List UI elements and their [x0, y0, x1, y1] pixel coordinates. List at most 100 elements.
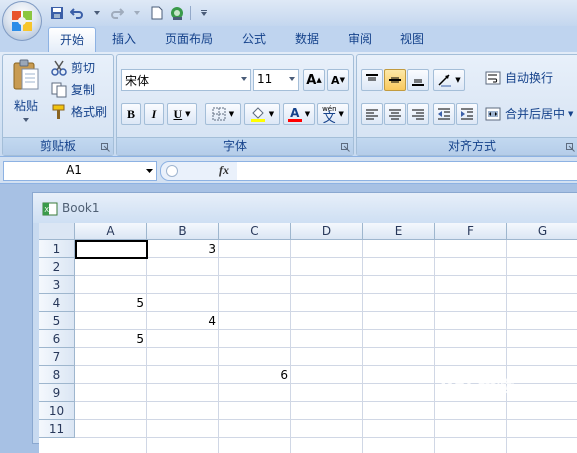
row-header-11[interactable]: 11 — [39, 420, 75, 438]
font-color-button[interactable]: A ▼ — [283, 103, 315, 125]
row-header-10[interactable]: 10 — [39, 402, 75, 420]
tab-data[interactable]: 数据 — [285, 27, 329, 51]
customize-qat-icon[interactable] — [195, 4, 213, 22]
tab-review[interactable]: 审阅 — [338, 27, 382, 51]
new-doc-icon[interactable] — [148, 4, 166, 22]
merge-center-dropdown-icon[interactable]: ▼ — [568, 110, 573, 118]
insert-function-button[interactable]: fx — [219, 163, 229, 178]
tab-home[interactable]: 开始 — [48, 27, 96, 53]
tab-formulas[interactable]: 公式 — [232, 27, 276, 51]
shrink-font-button[interactable]: A ▼ — [327, 69, 349, 91]
select-all-corner[interactable] — [39, 223, 75, 240]
formula-input[interactable] — [237, 161, 577, 181]
align-bottom-button[interactable] — [407, 69, 429, 91]
wrap-text-label: 自动换行 — [505, 71, 554, 85]
office-button[interactable] — [2, 1, 42, 41]
redo-icon[interactable] — [108, 4, 126, 22]
bold-button[interactable]: B — [121, 103, 141, 125]
underline-button[interactable]: U ▼ — [167, 103, 197, 125]
row-header-2[interactable]: 2 — [39, 258, 75, 276]
grow-font-button[interactable]: A ▲ — [303, 69, 325, 91]
font-size-combo[interactable]: 11 — [253, 69, 299, 91]
font-color-dropdown-icon: ▼ — [304, 110, 311, 118]
clipboard-group-label: 剪贴板 — [3, 137, 113, 155]
paste-dropdown-icon[interactable] — [23, 118, 29, 122]
align-top-button[interactable] — [361, 69, 383, 91]
undo-icon[interactable] — [68, 4, 86, 22]
row-header-5[interactable]: 5 — [39, 312, 75, 330]
bold-label: B — [126, 106, 135, 121]
spreadsheet-grid[interactable]: A B C D E F G 1 2 3 4 5 6 7 8 9 10 11 3 5 4 5 6 — [39, 223, 577, 453]
align-left-icon — [366, 109, 378, 120]
formula-bar-handle-icon[interactable] — [166, 165, 178, 177]
phonetic-button[interactable]: wén 文 ▼ — [317, 103, 349, 125]
font-color-swatch — [287, 118, 302, 122]
column-header-g[interactable]: G — [507, 223, 577, 240]
cell-b5[interactable]: 4 — [147, 312, 219, 330]
qat-separator — [190, 6, 191, 20]
font-name-combo[interactable]: 宋体 — [121, 69, 251, 91]
chevron-down-icon — [146, 169, 153, 173]
format-painter-button[interactable]: 格式刷 — [51, 103, 107, 120]
align-bottom-icon — [412, 79, 424, 86]
gridline — [75, 365, 577, 366]
increase-indent-button[interactable] — [456, 103, 478, 125]
cell-b1[interactable]: 3 — [147, 240, 219, 258]
paste-button[interactable]: 粘贴 — [7, 59, 45, 129]
font-group-label: 字体 — [117, 137, 353, 155]
orientation-button[interactable]: ▼ — [433, 69, 465, 91]
column-header-e[interactable]: E — [363, 223, 435, 240]
row-header-8[interactable]: 8 — [39, 366, 75, 384]
name-box[interactable]: A1 — [3, 161, 157, 181]
borders-button[interactable]: ▼ — [205, 103, 241, 125]
column-header-b[interactable]: B — [147, 223, 219, 240]
merge-center-button[interactable]: 合并后居中 ▼ — [485, 105, 573, 122]
align-left-button[interactable] — [361, 103, 383, 125]
italic-button[interactable]: I — [144, 103, 164, 125]
row-header-7[interactable]: 7 — [39, 348, 75, 366]
scissors-icon — [51, 60, 67, 76]
fill-color-button[interactable]: ▼ — [244, 103, 280, 125]
column-header-c[interactable]: C — [219, 223, 291, 240]
active-cell-indicator — [75, 240, 148, 259]
gridline — [75, 293, 577, 294]
cell-a4[interactable]: 5 — [75, 294, 147, 312]
grow-font-caret-icon: ▲ — [316, 76, 322, 84]
row-header-6[interactable]: 6 — [39, 330, 75, 348]
align-right-button[interactable] — [407, 103, 429, 125]
column-header-f[interactable]: F — [435, 223, 507, 240]
fill-bucket-icon — [250, 107, 265, 122]
copy-button[interactable]: 复制 — [51, 81, 95, 98]
workbook-title: Book1 — [62, 201, 100, 215]
tab-insert[interactable]: 插入 — [101, 27, 147, 51]
font-name-value: 宋体 — [125, 74, 150, 88]
decrease-indent-button[interactable] — [433, 103, 455, 125]
dialog-launcher-icon[interactable] — [341, 143, 350, 152]
save-icon[interactable] — [48, 4, 66, 22]
grow-font-label: A — [306, 72, 317, 88]
shrink-font-label: A — [331, 73, 340, 87]
wrap-text-button[interactable]: 自动换行 — [485, 69, 553, 86]
undo-dropdown-icon[interactable] — [88, 4, 106, 22]
format-painter-label: 格式刷 — [71, 105, 108, 119]
align-middle-button[interactable] — [384, 69, 406, 91]
tab-page-layout[interactable]: 页面布局 — [157, 27, 221, 51]
row-header-4[interactable]: 4 — [39, 294, 75, 312]
column-header-a[interactable]: A — [75, 223, 147, 240]
cut-button[interactable]: 剪切 — [51, 59, 95, 76]
row-header-9[interactable]: 9 — [39, 384, 75, 402]
align-center-button[interactable] — [384, 103, 406, 125]
row-header-3[interactable]: 3 — [39, 276, 75, 294]
dialog-launcher-icon[interactable] — [566, 143, 575, 152]
underline-dropdown-icon: ▼ — [185, 110, 191, 118]
print-preview-icon[interactable] — [168, 4, 186, 22]
cell-a6[interactable]: 5 — [75, 330, 147, 348]
tab-view[interactable]: 视图 — [390, 27, 434, 51]
ribbon-tabs: 开始 插入 页面布局 公式 数据 审阅 视图 — [0, 26, 577, 53]
text-orientation-icon — [438, 74, 452, 87]
redo-dropdown-icon[interactable] — [128, 4, 146, 22]
column-header-d[interactable]: D — [291, 223, 363, 240]
dialog-launcher-icon[interactable] — [101, 143, 110, 152]
row-header-1[interactable]: 1 — [39, 240, 75, 258]
cell-c8[interactable]: 6 — [219, 366, 291, 384]
